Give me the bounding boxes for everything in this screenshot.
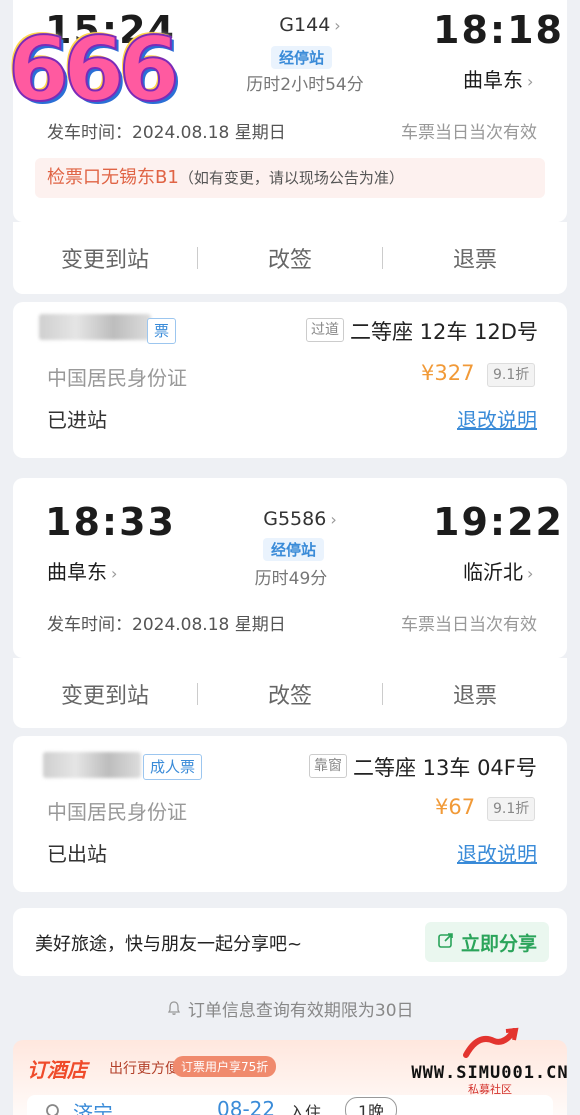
chevron-right-icon: › bbox=[527, 564, 534, 583]
seat-info: 二等座 12车 12D号 bbox=[350, 320, 538, 344]
chevron-right-icon: › bbox=[330, 510, 337, 529]
reschedule-button[interactable]: 改签 bbox=[198, 678, 382, 710]
trip-duration: 历时49分 bbox=[254, 569, 328, 589]
seat-position-tag: 靠窗 bbox=[309, 754, 347, 778]
stops-badge[interactable]: 经停站 bbox=[263, 538, 325, 561]
hotel-title: 订酒店 bbox=[27, 1058, 87, 1082]
trip1-actions: 变更到站 改签 退票 bbox=[13, 222, 567, 294]
arrive-time: 19:22 bbox=[433, 500, 564, 544]
arrive-station-label: 临沂北 bbox=[463, 560, 523, 584]
change-destination-button[interactable]: 变更到站 bbox=[13, 242, 197, 274]
arrive-station[interactable]: 临沂北 › bbox=[463, 556, 533, 585]
train-number[interactable]: G5586 › bbox=[220, 508, 380, 530]
depart-time: 18:33 bbox=[45, 500, 176, 544]
refund-button[interactable]: 退票 bbox=[383, 678, 567, 710]
share-card: 美好旅途，快与朋友一起分享吧~ 立即分享 bbox=[13, 908, 567, 976]
gate-notice-note: （如有变更，请以现场公告为准） bbox=[178, 169, 404, 187]
action-bar: 变更到站 改签 退票 bbox=[13, 658, 567, 730]
bell-icon bbox=[166, 1000, 182, 1021]
sticker-666: 666 bbox=[7, 17, 181, 122]
ticket-type-badge: 成人票 bbox=[143, 754, 203, 780]
gate-notice: 检票口无锡东B1（如有变更，请以现场公告为准） bbox=[35, 158, 545, 198]
ticket-type-label: 票 bbox=[154, 322, 170, 340]
hotel-nights[interactable]: 1晚 bbox=[345, 1097, 398, 1115]
train-number[interactable]: G144 › bbox=[230, 14, 390, 36]
hotel-search-row[interactable]: 济宁 08-22 入住 1晚 bbox=[27, 1095, 553, 1115]
seat-position-tag: 过道 bbox=[306, 318, 344, 342]
gate-notice-text: 检票口无锡东B1 bbox=[47, 167, 179, 188]
chevron-right-icon: › bbox=[527, 72, 534, 91]
watermark-url: WWW.SIMU001.CN bbox=[411, 1063, 569, 1083]
ticket-price: ¥67 bbox=[435, 795, 476, 819]
chevron-right-icon: › bbox=[111, 564, 118, 583]
depart-station-label: 曲阜东 bbox=[47, 560, 107, 584]
passenger-name-redacted bbox=[43, 752, 141, 778]
depart-station[interactable]: 曲阜东 › bbox=[47, 556, 117, 585]
reschedule-button[interactable]: 改签 bbox=[198, 242, 382, 274]
ticket-type-badge: 票 bbox=[147, 318, 177, 344]
passenger-card-1: 票 过道 二等座 12车 12D号 中国居民身份证 ¥327 9.1折 已进站 … bbox=[13, 302, 567, 458]
change-destination-button[interactable]: 变更到站 bbox=[13, 678, 197, 710]
query-validity-note: 订单信息查询有效期限为30日 bbox=[0, 996, 580, 1021]
trip-card-2: 18:33 曲阜东 › G5586 › 经停站 历时49分 19:22 临沂北 › 发… bbox=[13, 478, 567, 658]
discount-badge: 9.1折 bbox=[487, 797, 536, 821]
search-icon bbox=[45, 1103, 63, 1115]
train-number-label: G5586 bbox=[263, 508, 327, 530]
ticket-price: ¥327 bbox=[421, 361, 475, 385]
id-type: 中国居民身份证 bbox=[47, 366, 187, 390]
share-prompt: 美好旅途，快与朋友一起分享吧~ bbox=[35, 934, 303, 955]
train-number-label: G144 bbox=[279, 14, 331, 36]
ticket-validity: 车票当日当次有效 bbox=[401, 123, 537, 143]
share-button[interactable]: 立即分享 bbox=[424, 922, 549, 962]
watermark-label: 私募社区 bbox=[468, 1083, 512, 1096]
passenger-card-2: 成人票 靠窗 二等座 13车 04F号 中国居民身份证 ¥67 9.1折 已出站… bbox=[13, 736, 567, 892]
hotel-city[interactable]: 济宁 bbox=[73, 1097, 113, 1115]
action-bar: 变更到站 改签 退票 bbox=[13, 222, 567, 294]
id-type: 中国居民身份证 bbox=[47, 800, 187, 824]
passenger-name-redacted bbox=[39, 314, 151, 340]
hotel-checkin-label: 入住 bbox=[289, 1103, 322, 1115]
arrive-time: 18:18 bbox=[433, 8, 564, 52]
refund-rules-link[interactable]: 退改说明 bbox=[457, 838, 537, 867]
trip2-actions: 变更到站 改签 退票 bbox=[13, 658, 567, 728]
query-validity-text: 订单信息查询有效期限为30日 bbox=[187, 1001, 414, 1021]
arrive-station[interactable]: 曲阜东 › bbox=[463, 64, 533, 93]
hotel-checkin-date[interactable]: 08-22 bbox=[217, 1097, 275, 1115]
refund-rules-link[interactable]: 退改说明 bbox=[457, 404, 537, 433]
trip-duration: 历时2小时54分 bbox=[246, 75, 364, 95]
discount-badge: 9.1折 bbox=[487, 363, 536, 387]
share-icon bbox=[437, 931, 455, 954]
ticket-status: 已进站 bbox=[47, 408, 107, 432]
arrive-station-label: 曲阜东 bbox=[463, 68, 523, 92]
hotel-subtitle: 出行更方便 bbox=[109, 1061, 179, 1077]
depart-date: 发车时间：2024.08.18 星期日 bbox=[47, 615, 286, 635]
ticket-status: 已出站 bbox=[47, 842, 107, 866]
stops-badge[interactable]: 经停站 bbox=[271, 46, 333, 69]
chevron-right-icon: › bbox=[334, 16, 341, 35]
depart-date: 发车时间：2024.08.18 星期日 bbox=[47, 123, 286, 143]
watermark-logo-icon bbox=[463, 1027, 519, 1058]
ticket-type-label: 成人票 bbox=[150, 758, 196, 776]
hotel-promo-badge: 订票用户享75折 bbox=[173, 1056, 277, 1077]
seat-info: 二等座 13车 04F号 bbox=[353, 756, 537, 780]
ticket-validity: 车票当日当次有效 bbox=[401, 615, 537, 635]
site-watermark: WWW.SIMU001.CN 私募社区 bbox=[406, 1027, 574, 1097]
refund-button[interactable]: 退票 bbox=[383, 242, 567, 274]
share-button-label: 立即分享 bbox=[460, 932, 537, 955]
